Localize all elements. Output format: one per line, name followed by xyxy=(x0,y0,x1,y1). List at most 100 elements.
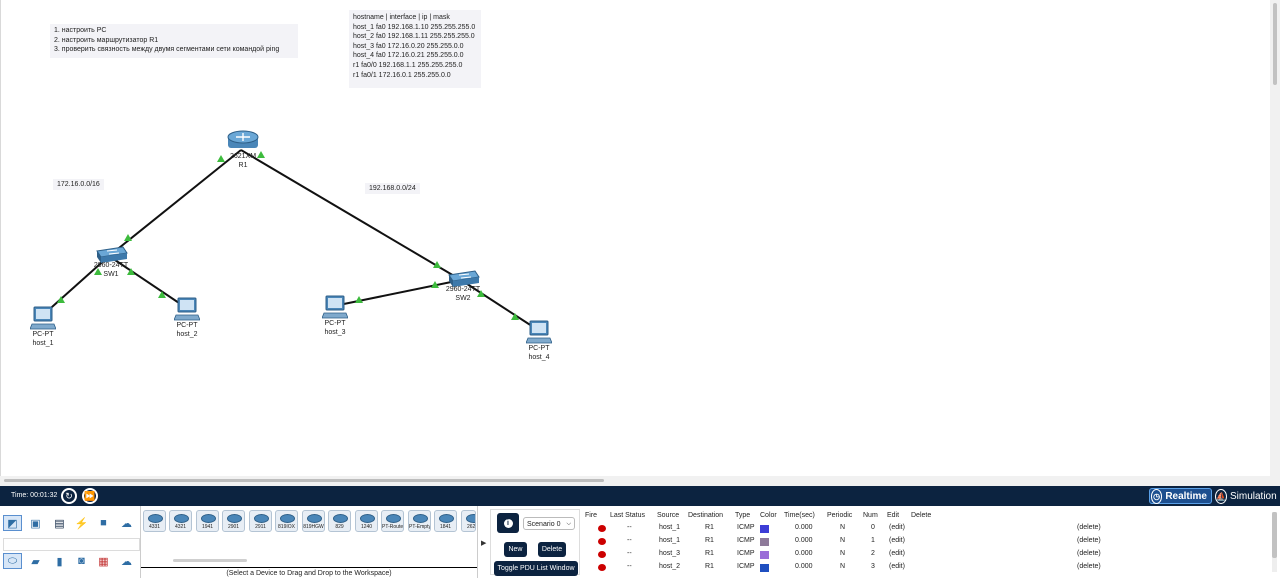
components-category-icon[interactable]: ▤ xyxy=(50,515,69,531)
pdu-delete-link[interactable]: (delete) xyxy=(1077,524,1101,531)
simulation-label: Simulation xyxy=(1229,490,1277,502)
scenario-select[interactable]: Scenario 0 ⌵ xyxy=(523,517,575,530)
device-list-scrollbar[interactable] xyxy=(173,559,247,562)
device-r1[interactable]: 2621XM R1 xyxy=(221,130,265,170)
device-name-label: SW1 xyxy=(103,271,119,278)
device-name-label: host_4 xyxy=(528,354,550,361)
logical-workspace[interactable]: 1. настроить PC 2. настроить маршрутизат… xyxy=(0,0,1271,476)
device-tile-label: 1941 xyxy=(201,524,214,530)
device-tile[interactable]: 1240 xyxy=(355,510,378,532)
fast-forward-icon: ⏩ xyxy=(84,490,96,501)
wan-subcategory-icon[interactable]: ☁ xyxy=(117,553,136,569)
device-tile-label: 4331 xyxy=(148,524,161,530)
device-tile-label: PT-Router xyxy=(382,524,403,530)
device-host-2[interactable]: PC-PT host_2 xyxy=(167,297,207,339)
pdu-edit-link[interactable]: (edit) xyxy=(889,524,905,531)
device-tile[interactable]: 819HGW xyxy=(302,510,325,532)
fire-button[interactable] xyxy=(598,551,606,558)
pdu-delete-link[interactable]: (delete) xyxy=(1077,537,1101,544)
router-icon xyxy=(174,514,189,523)
router-icon xyxy=(386,514,401,523)
switches-subcategory-icon[interactable]: ▰ xyxy=(26,553,45,569)
reset-icon: ↻ xyxy=(65,490,73,501)
device-model-label: 2621XM xyxy=(229,153,257,160)
security-subcategory-icon[interactable]: ▦ xyxy=(94,553,113,569)
device-name-label: host_3 xyxy=(324,329,346,336)
device-tile[interactable]: 819IOX xyxy=(275,510,298,532)
pc-icon xyxy=(526,320,552,344)
device-sw1[interactable]: 2960-24TT SW1 xyxy=(87,245,135,279)
device-name-label: R1 xyxy=(238,162,248,169)
pdu-color-swatch xyxy=(760,538,769,546)
pdu-last-status: -- xyxy=(627,524,632,531)
device-tile[interactable]: PT-Empty xyxy=(408,510,431,532)
connections-category-icon[interactable]: ⚡ xyxy=(72,515,91,531)
column-header: Type xyxy=(735,512,751,519)
network-devices-category-icon[interactable]: ◩ xyxy=(3,515,22,531)
toggle-pdu-list-button[interactable]: Toggle PDU List Window xyxy=(494,561,578,576)
pdu-delete-link[interactable]: (delete) xyxy=(1077,550,1101,557)
device-tile[interactable]: 4331 xyxy=(143,510,166,532)
miscellaneous-category-icon[interactable]: ■ xyxy=(94,515,113,531)
pdu-list-scrollbar[interactable] xyxy=(1272,512,1277,572)
device-name-label: host_1 xyxy=(32,340,54,347)
device-sw2[interactable]: 2960-24TT SW2 xyxy=(439,269,487,303)
router-icon xyxy=(280,514,295,523)
pdu-edit-link[interactable]: (edit) xyxy=(889,563,905,570)
fire-button[interactable] xyxy=(598,525,606,532)
workspace-vertical-scrollbar[interactable] xyxy=(1270,0,1280,486)
scenario-info-button[interactable]: i xyxy=(497,513,519,533)
realtime-mode-button[interactable]: ◷ Realtime xyxy=(1149,488,1212,504)
device-tile[interactable]: 2620 xyxy=(461,510,476,532)
category-name-field xyxy=(3,538,140,551)
device-model-label: PC-PT xyxy=(324,320,346,327)
device-tile[interactable]: 2911 xyxy=(249,510,272,532)
fire-button[interactable] xyxy=(598,564,606,571)
fire-button[interactable] xyxy=(598,538,606,545)
device-tile-label: 2620 xyxy=(466,524,476,530)
expand-arrow-icon[interactable]: ▶ xyxy=(481,539,486,547)
scrollbar-thumb[interactable] xyxy=(4,479,604,482)
realtime-label: Realtime xyxy=(1165,490,1207,502)
router-icon xyxy=(227,514,242,523)
device-host-4[interactable]: PC-PT host_4 xyxy=(519,320,559,362)
wan-emulation-category-icon[interactable]: ☁ xyxy=(117,515,136,531)
router-icon xyxy=(227,130,259,148)
scrollbar-thumb[interactable] xyxy=(1273,3,1277,85)
pdu-delete-link[interactable]: (delete) xyxy=(1077,563,1101,570)
power-cycle-button[interactable]: ↻ xyxy=(61,488,77,504)
pdu-edit-link[interactable]: (edit) xyxy=(889,550,905,557)
drag-drop-hint: (Select a Device to Drag and Drop to the… xyxy=(141,567,477,579)
device-host-3[interactable]: PC-PT host_3 xyxy=(315,295,355,337)
router-icon xyxy=(201,514,216,523)
column-header: Source xyxy=(657,512,680,519)
device-tile[interactable]: 4321 xyxy=(169,510,192,532)
link-r1-sw2 xyxy=(240,149,462,281)
fast-forward-button[interactable]: ⏩ xyxy=(82,488,98,504)
device-tile[interactable]: 1941 xyxy=(196,510,219,532)
pdu-type: ICMP xyxy=(737,550,755,557)
device-host-1[interactable]: PC-PT host_1 xyxy=(23,306,63,348)
workspace-horizontal-scrollbar[interactable] xyxy=(0,476,1270,486)
delete-scenario-button[interactable]: Delete xyxy=(538,542,566,557)
device-tile-label: PT-Empty xyxy=(409,524,430,530)
device-tile[interactable]: 2901 xyxy=(222,510,245,532)
device-tile[interactable]: PT-Router xyxy=(381,510,404,532)
device-tile[interactable]: 1841 xyxy=(434,510,457,532)
wireless-subcategory-icon[interactable]: ◙ xyxy=(72,553,91,569)
device-model-label: PC-PT xyxy=(176,322,198,329)
device-tile[interactable]: 829 xyxy=(328,510,351,532)
new-scenario-button[interactable]: New xyxy=(504,542,527,557)
device-model-label: PC-PT xyxy=(528,345,550,352)
bottom-toolbox: ◩ ▣ ▤ ⚡ ■ ☁ ⬭ ▰ ▮ ◙ ▦ ☁ 4331 4321 1941 2… xyxy=(0,506,1280,578)
pc-icon xyxy=(30,306,56,330)
pdu-last-status: -- xyxy=(627,550,632,557)
hubs-subcategory-icon[interactable]: ▮ xyxy=(50,553,69,569)
simulation-mode-button[interactable]: ⛵ Simulation xyxy=(1214,488,1280,504)
device-tile-label: 829 xyxy=(335,524,344,530)
end-devices-category-icon[interactable]: ▣ xyxy=(26,515,45,531)
router-icon xyxy=(439,514,454,523)
routers-subcategory-icon[interactable]: ⬭ xyxy=(3,553,22,569)
scrollbar-thumb[interactable] xyxy=(1272,512,1277,558)
pdu-edit-link[interactable]: (edit) xyxy=(889,537,905,544)
